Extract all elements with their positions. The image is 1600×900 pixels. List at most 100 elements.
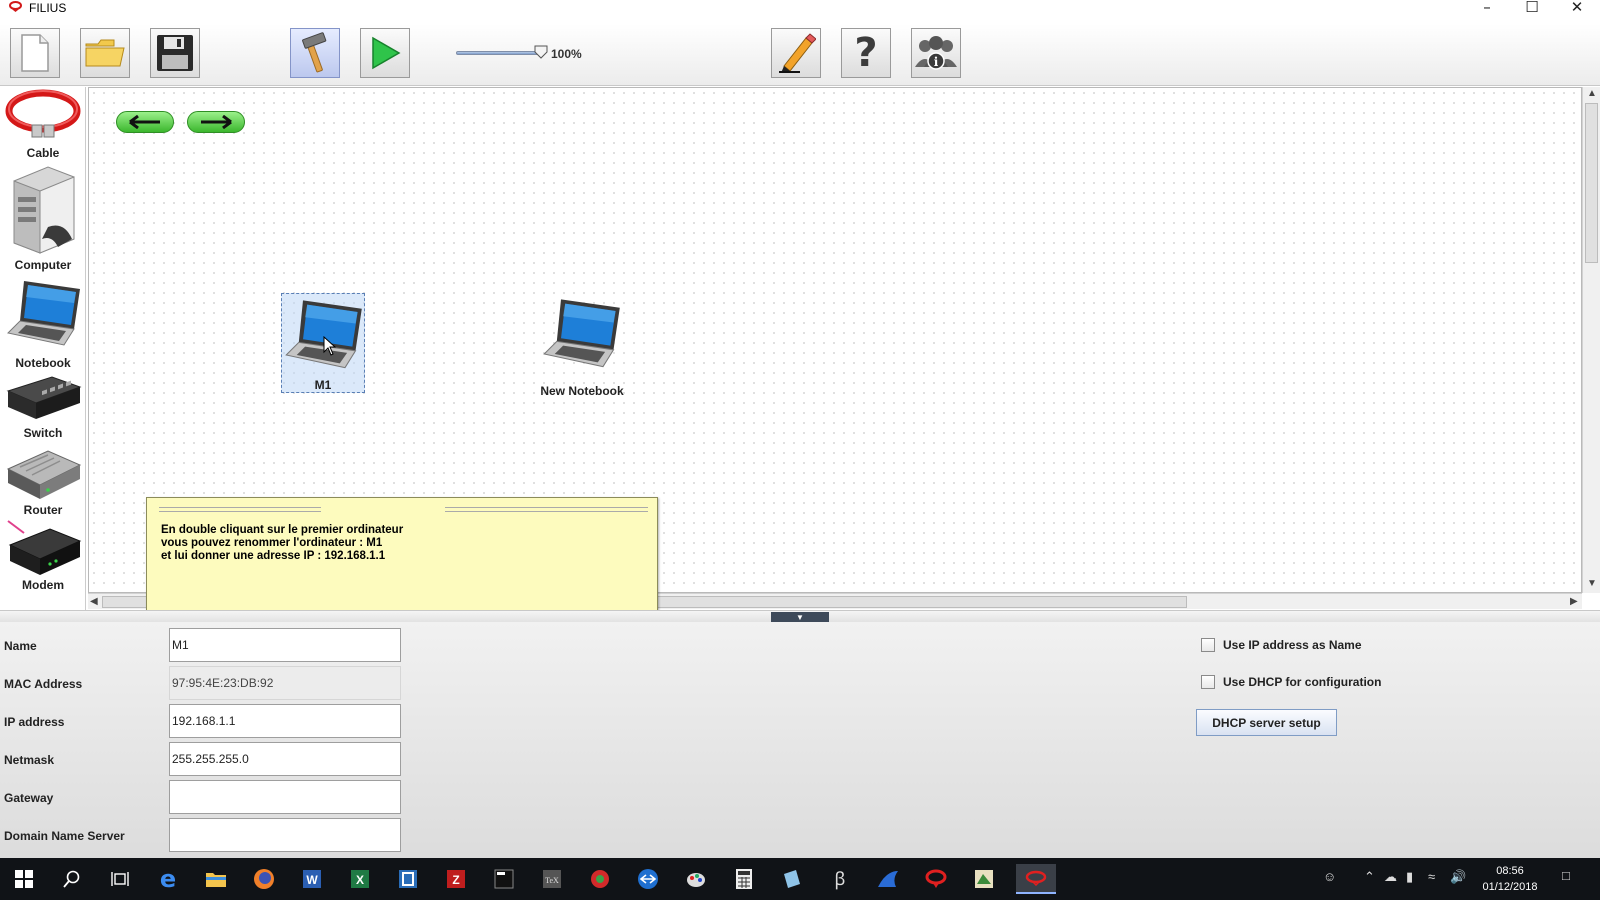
show-hidden-icons-chevron-icon[interactable]: ⌃ (1364, 869, 1375, 885)
taskbar-app-teamviewer[interactable] (632, 864, 664, 894)
scroll-up-arrow-icon[interactable]: ▲ (1587, 89, 1597, 99)
task-view-button[interactable] (104, 864, 136, 894)
use-dhcp-label[interactable]: Use DHCP for configuration (1223, 675, 1381, 689)
palette-item-cable[interactable]: Cable (0, 87, 86, 161)
folder-icon (85, 39, 125, 67)
close-button[interactable]: ✕ (1555, 0, 1599, 16)
name-field[interactable] (169, 628, 401, 662)
palette-item-router[interactable]: Router (0, 445, 86, 519)
taskbar-app-word[interactable]: W (296, 864, 328, 894)
windows-taskbar: e W X Z TeX ꞵ ☺ ⌃ ☁ ▮ ≈ 🔊 08:56 01/12/20… (0, 858, 1600, 900)
tex-editor-icon: TeX (543, 870, 561, 888)
help-button[interactable]: ? (841, 28, 891, 78)
new-file-button[interactable] (10, 28, 60, 78)
people-icon[interactable]: ☺ (1323, 869, 1336, 884)
note-drag-handle[interactable] (445, 507, 648, 512)
open-button[interactable] (80, 28, 130, 78)
design-mode-button[interactable] (290, 28, 340, 78)
taskbar-app-calculator[interactable] (728, 864, 760, 894)
maximize-button[interactable]: ☐ (1510, 0, 1554, 16)
netmask-field[interactable] (169, 742, 401, 776)
filezilla-icon: Z (447, 870, 465, 888)
minimize-button[interactable]: – (1465, 0, 1509, 16)
dhcp-server-setup-button[interactable]: DHCP server setup (1196, 709, 1337, 736)
volume-icon[interactable]: 🔊 (1450, 869, 1466, 885)
use-ip-as-name-checkbox[interactable] (1201, 638, 1215, 652)
zoom-slider-thumb[interactable] (534, 45, 548, 59)
taskbar-app-red[interactable] (584, 864, 616, 894)
canvas-vertical-scrollbar[interactable]: ▲ ▼ (1582, 87, 1600, 593)
taskbar-app-excel[interactable]: X (344, 864, 376, 894)
note-drag-handle[interactable] (159, 507, 321, 512)
taskbar-app-editor[interactable] (392, 864, 424, 894)
taskbar-app-notes[interactable] (776, 864, 808, 894)
note-text[interactable]: En double cliquant sur le premier ordina… (161, 524, 403, 563)
zoom-level-label: 100% (551, 47, 582, 61)
arrow-right-icon (201, 115, 232, 129)
svg-text:TeX: TeX (545, 876, 559, 885)
svg-text:W: W (306, 873, 318, 887)
scroll-down-arrow-icon[interactable]: ▼ (1587, 579, 1597, 589)
clock-time: 08:56 (1496, 865, 1524, 877)
router-icon (6, 450, 82, 499)
palette-item-switch[interactable]: Switch (0, 373, 86, 443)
simulation-mode-button[interactable] (360, 28, 410, 78)
vertical-scroll-thumb[interactable] (1585, 103, 1598, 263)
taskbar-app-file-explorer[interactable] (200, 864, 232, 894)
taskbar-app-filezilla[interactable]: Z (440, 864, 472, 894)
taskbar-app-b[interactable]: ꞵ (824, 864, 856, 894)
back-button[interactable] (116, 111, 174, 133)
node-label-m1: M1 (314, 378, 332, 392)
wifi-icon[interactable]: ≈ (1428, 869, 1435, 884)
svg-text:i: i (934, 55, 939, 69)
use-dhcp-checkbox[interactable] (1201, 675, 1215, 689)
forward-button[interactable] (187, 111, 245, 133)
network-node-new-notebook[interactable]: New Notebook (535, 293, 629, 398)
filius-logo-icon (9, 1, 22, 12)
taskbar-app-firefox[interactable] (248, 864, 280, 894)
scroll-left-arrow-icon[interactable]: ◀ (90, 597, 98, 607)
filius-cable-icon (925, 869, 947, 888)
letter-app-icon: ꞵ (834, 869, 846, 890)
network-node-m1[interactable]: M1 (281, 293, 365, 393)
battery-icon[interactable]: ▮ (1406, 869, 1413, 885)
use-ip-as-name-label[interactable]: Use IP address as Name (1223, 638, 1362, 652)
notebook-icon (285, 300, 362, 369)
edge-browser-icon: e (159, 865, 177, 893)
start-button[interactable] (8, 864, 40, 894)
edit-button[interactable] (771, 28, 821, 78)
taskbar-app-blue[interactable] (872, 864, 904, 894)
panel-splitter[interactable]: ▼ (0, 610, 1600, 623)
onedrive-cloud-icon[interactable]: ☁ (1384, 869, 1397, 885)
main-toolbar: 100% ? i (0, 24, 1600, 86)
taskbar-app-terminal[interactable] (488, 864, 520, 894)
taskbar-app-tex[interactable]: TeX (536, 864, 568, 894)
action-center-icon[interactable]: □ (1562, 868, 1570, 883)
taskbar-app-filius-alt[interactable] (920, 864, 952, 894)
modem-icon (7, 520, 82, 575)
palette-item-computer[interactable]: Computer (0, 163, 86, 273)
palette-item-modem[interactable]: Modem (0, 519, 86, 593)
gateway-field[interactable] (169, 780, 401, 814)
blue-fin-icon (878, 871, 898, 887)
scroll-right-arrow-icon[interactable]: ▶ (1570, 597, 1578, 607)
taskbar-app-paint[interactable] (680, 864, 712, 894)
taskbar-app-image[interactable] (968, 864, 1000, 894)
save-button[interactable] (150, 28, 200, 78)
ip-address-field[interactable] (169, 704, 401, 738)
code-editor-icon (399, 870, 417, 888)
taskbar-app-filius[interactable] (1016, 864, 1056, 894)
instruction-note[interactable]: En double cliquant sur le premier ordina… (146, 497, 658, 614)
about-button[interactable]: i (911, 28, 961, 78)
new-document-icon (21, 34, 49, 72)
dns-field[interactable] (169, 818, 401, 852)
zoom-slider[interactable]: 100% (456, 44, 596, 64)
palette-item-notebook[interactable]: Notebook (0, 275, 86, 371)
search-button[interactable] (56, 864, 88, 894)
node-config-panel: Name MAC Address IP address Netmask Gate… (0, 622, 1600, 858)
taskbar-clock[interactable]: 08:56 01/12/2018 (1470, 863, 1550, 895)
search-icon (63, 870, 80, 888)
taskbar-app-edge[interactable]: e (152, 864, 184, 894)
switch-icon (6, 376, 82, 419)
zoom-slider-track[interactable] (456, 51, 542, 55)
